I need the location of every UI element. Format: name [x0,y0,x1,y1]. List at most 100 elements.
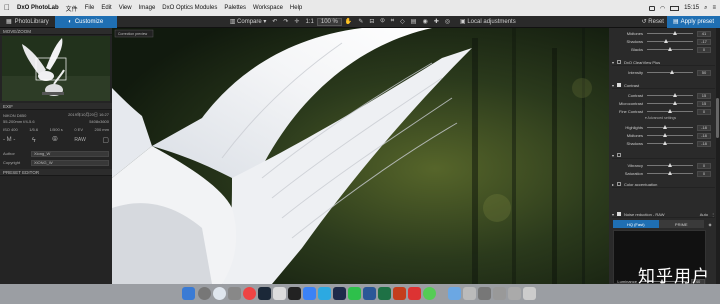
clock[interactable]: 15:15 [684,5,699,11]
downloads-folder-icon[interactable] [448,287,461,300]
recent-app-icon[interactable] [508,287,521,300]
contrast-section-header[interactable]: ▾ Contrast [612,82,715,89]
slider-fine-contrast[interactable]: Fine Contrast 0 [619,108,715,115]
prime-button[interactable]: PRIME [658,220,704,228]
slider-intensity[interactable]: Intensity 50 [619,69,715,76]
slider-knob[interactable] [663,125,668,129]
slider-midtones[interactable]: Midtones 41 [619,30,715,37]
grid-icon[interactable]: ▤ [408,18,420,25]
image-viewer[interactable]: Correction preview [112,28,609,284]
trash-icon[interactable] [523,287,536,300]
slider-track[interactable] [647,101,693,105]
slider-track[interactable] [647,133,693,137]
wifi-icon[interactable]: ◠ [660,5,665,12]
slider-value[interactable]: 0 [697,46,711,53]
slider-knob[interactable] [672,93,677,97]
safari-icon[interactable] [213,287,226,300]
slider-track[interactable] [647,163,693,167]
author-field[interactable]: Xiong_W [31,150,109,157]
advanced-settings-toggle[interactable]: ▾ Advanced settings [645,116,676,120]
navigator-thumbnail[interactable] [2,36,110,101]
powerpoint-icon[interactable] [393,287,406,300]
noise-toggle[interactable] [617,212,622,216]
slider-knob[interactable] [668,47,672,51]
screenshot-icon[interactable] [478,287,491,300]
mask-icon[interactable]: ◎ [442,18,453,25]
preset-editor-header[interactable]: PRESET EDITOR [0,169,112,176]
hq-fast-button[interactable]: HQ (Fast) [613,220,659,228]
menu-item[interactable]: Image [139,5,156,11]
slider-value[interactable]: -18 [697,124,711,131]
slider-value[interactable]: 0 [697,162,711,169]
collapse-arrow-icon[interactable]: ▾ [612,83,614,88]
slider-knob[interactable] [663,133,668,137]
slider-track[interactable] [647,141,693,145]
excel-icon[interactable] [378,287,391,300]
color-section-header[interactable]: ▾ [612,152,715,159]
slider-value[interactable]: -18 [697,132,711,139]
local-adjustments-button[interactable]: ▣ Local adjustments [457,18,519,25]
noise-section-header[interactable]: ▾ Noise reduction - RAW Auto ⋮ [612,211,715,218]
repair-icon[interactable]: ✚ [431,18,442,25]
color-accentuation-header[interactable]: ▸ Color accentuation [612,181,715,188]
one-to-one-icon[interactable]: 1:1 [303,19,317,25]
qq-icon[interactable] [318,287,331,300]
app-menu[interactable]: DxO PhotoLab [17,5,59,11]
apply-preset-button[interactable]: ▤ Apply preset [666,15,720,28]
preview-icon[interactable] [273,287,286,300]
panel-scrollbar[interactable] [716,28,720,284]
white-balance-icon[interactable]: ⊟ [366,18,377,25]
photolab-icon[interactable] [288,287,301,300]
slider-contrast[interactable]: Contrast 15 [619,92,715,99]
horizon-icon[interactable]: ⦶ [377,18,387,25]
slider-adv-midtones[interactable]: Midtones -18 [619,132,715,139]
color-picker-icon[interactable]: ✎ [355,18,366,25]
appstore-icon[interactable] [303,287,316,300]
menu-item[interactable]: File [85,5,95,11]
slider-value[interactable]: 15 [697,92,711,99]
clearview-section-header[interactable]: ▾ DxO ClearView Plus [612,59,715,66]
perspective-icon[interactable]: ◇ [397,18,408,25]
zoom-select[interactable]: 100 % [316,17,342,26]
qq-music-icon[interactable] [423,287,436,300]
menu-item[interactable]: Workspace [253,5,283,11]
slider-knob[interactable] [670,70,675,74]
slider-knob[interactable] [668,163,672,167]
battery-icon[interactable] [670,5,680,11]
slider-vibrancy[interactable]: Vibrancy 0 [619,162,715,169]
chrome-icon[interactable] [243,287,256,300]
clearview-toggle[interactable] [617,60,622,64]
slider-knob[interactable] [664,39,669,43]
slider-value[interactable]: 15 [697,100,711,107]
wechat-icon[interactable] [348,287,361,300]
more-icon[interactable]: ⋮ [711,212,715,217]
crop-icon[interactable]: ⌗ [388,18,397,25]
slider-microcontrast[interactable]: Microcontrast 15 [619,100,715,107]
photos-icon[interactable] [228,287,241,300]
slider-shadows[interactable]: Shadows -17 [619,38,715,45]
tab-customize[interactable]: ◐ Customize [54,15,117,28]
slider-knob[interactable] [663,141,668,145]
hand-tool-icon[interactable]: ✋ [342,18,355,25]
preview-loupe-icon[interactable]: ◈ [704,220,716,228]
menu-item[interactable]: Edit [101,5,111,11]
slider-track[interactable] [647,31,693,35]
slider-adv-shadows[interactable]: Shadows -18 [619,140,715,147]
slider-knob[interactable] [668,109,672,113]
contrast-toggle[interactable] [617,83,622,87]
slider-track[interactable] [647,70,693,74]
rotate-left-icon[interactable]: ↶ [269,18,280,25]
slider-track[interactable] [647,171,693,175]
collapse-arrow-icon[interactable]: ▾ [612,60,614,65]
slider-value[interactable]: 41 [697,30,711,37]
steam-icon[interactable] [258,287,271,300]
slider-track[interactable] [647,109,693,113]
menu-item[interactable]: View [119,5,132,11]
slider-track[interactable] [647,39,693,43]
slider-knob[interactable] [672,31,677,35]
slider-knob[interactable] [672,101,677,105]
slider-value[interactable]: -17 [697,38,711,45]
photoshop-icon[interactable] [333,287,346,300]
finder-icon[interactable] [182,287,195,300]
slider-value[interactable]: 0 [697,170,711,177]
